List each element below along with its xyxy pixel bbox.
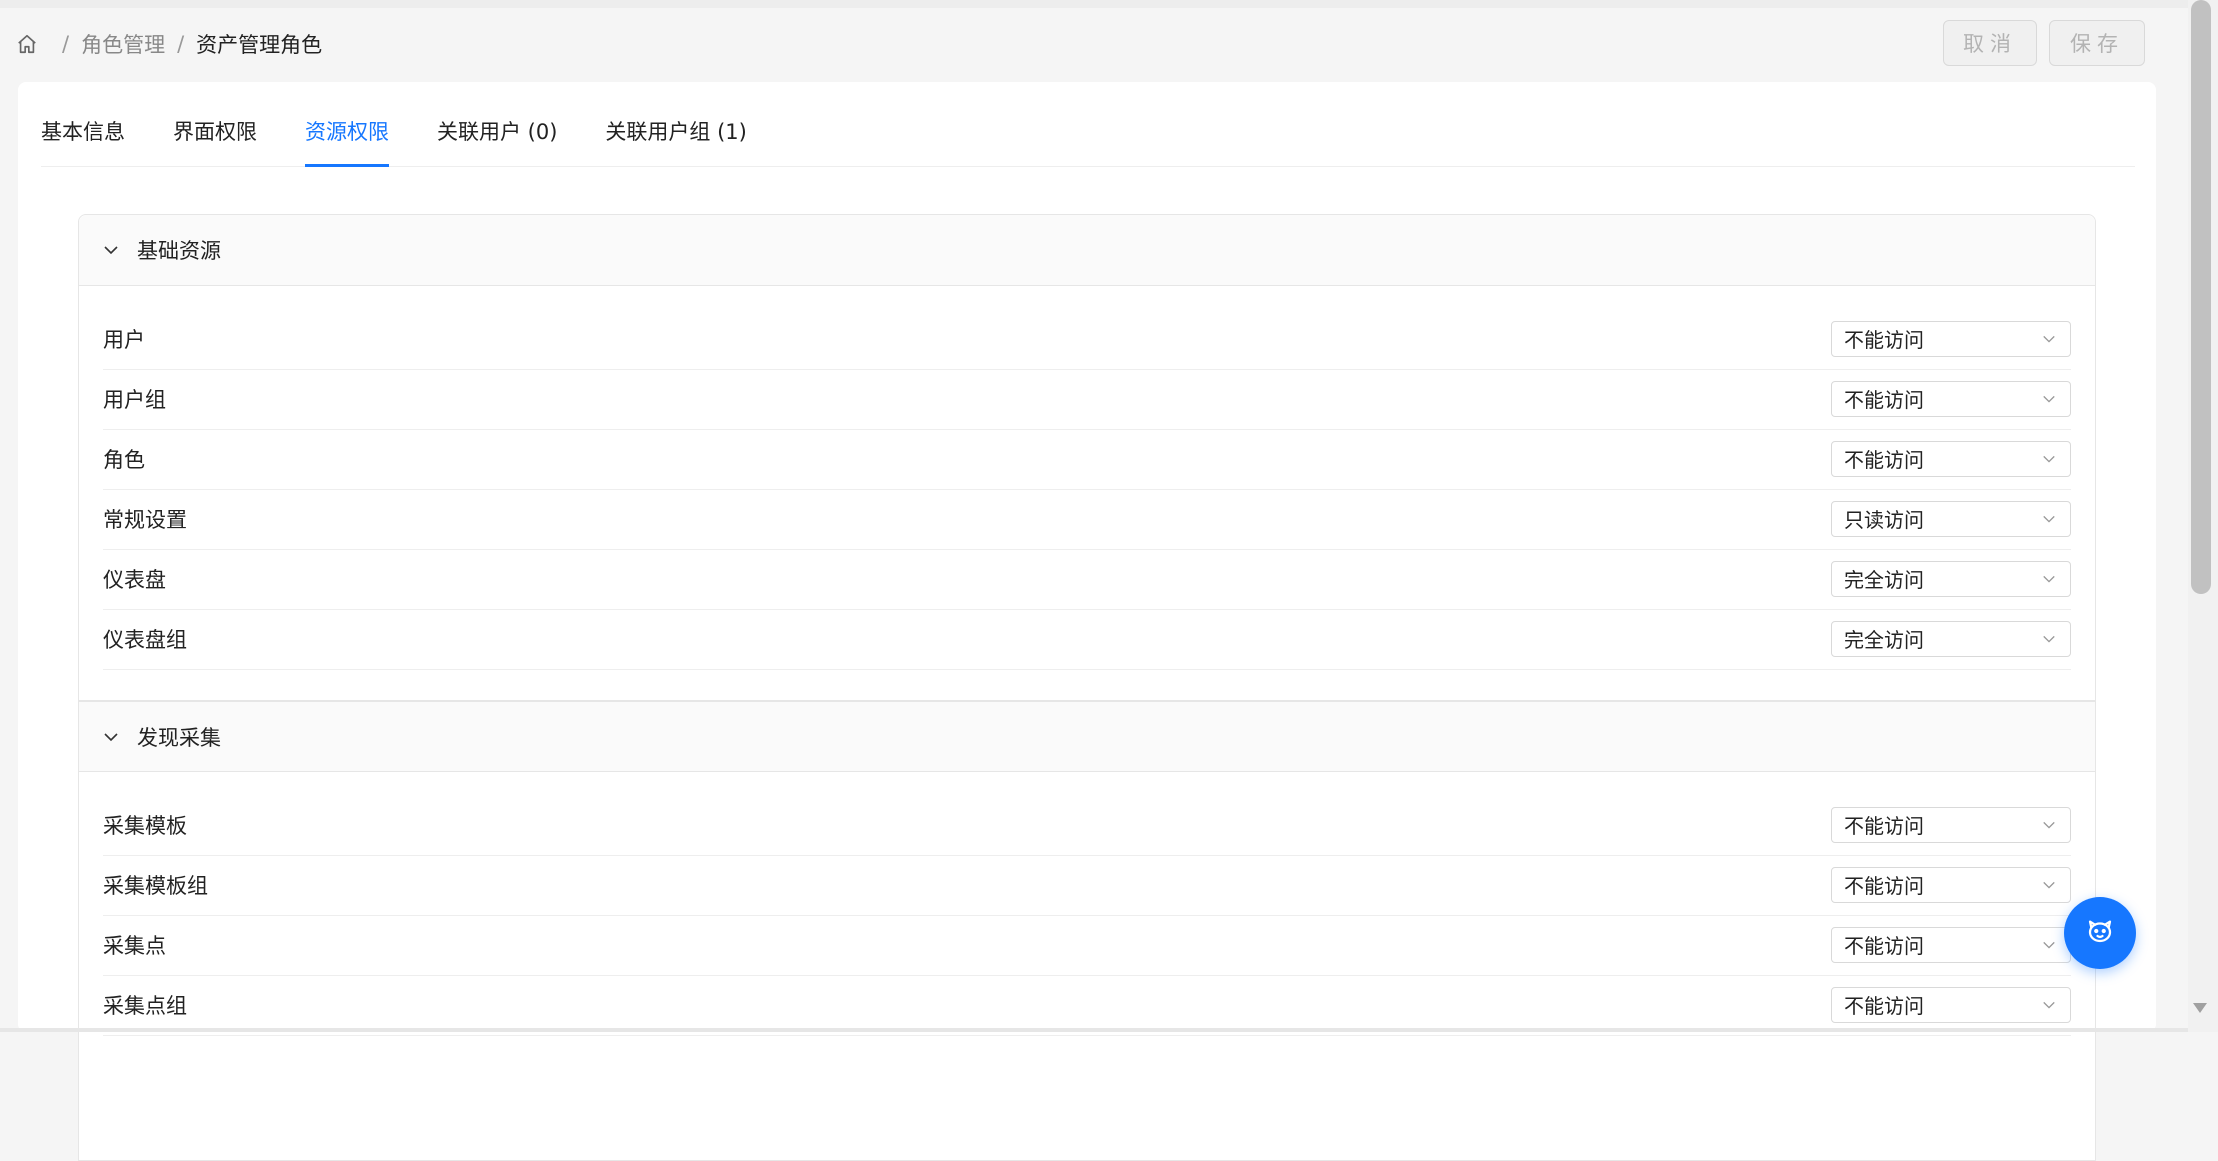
section-basic-resources: 基础资源 用户 不能访问 用户组 不能访问 角色 不能访问 常规设置 只读访问 … <box>78 214 2096 701</box>
select-value: 只读访问 <box>1844 508 1924 532</box>
permission-row: 采集模板 不能访问 <box>103 796 2071 856</box>
permission-row: 采集点组 不能访问 <box>103 976 2071 1036</box>
access-level-select[interactable]: 不能访问 <box>1831 320 2071 357</box>
scrollbar-thumb[interactable] <box>2191 0 2211 594</box>
select-value: 不能访问 <box>1844 874 1924 898</box>
access-level-select[interactable]: 只读访问 <box>1831 500 2071 537</box>
chevron-down-icon <box>2042 997 2058 1013</box>
save-button[interactable]: 保存 <box>2049 20 2145 66</box>
access-level-select[interactable]: 不能访问 <box>1831 866 2071 903</box>
cancel-button[interactable]: 取消 <box>1943 20 2037 66</box>
access-level-select[interactable]: 不能访问 <box>1831 380 2071 417</box>
section-title: 基础资源 <box>137 239 221 263</box>
breadcrumb-item-role-management[interactable]: 角色管理 <box>81 29 165 59</box>
access-level-select[interactable]: 不能访问 <box>1831 986 2071 1023</box>
scroll-down-arrow-icon[interactable] <box>2190 998 2210 1018</box>
resource-label: 采集点组 <box>103 993 187 1018</box>
breadcrumb: / 角色管理 / 资产管理角色 <box>16 24 322 64</box>
chevron-down-icon <box>103 728 121 746</box>
assistant-bot-button[interactable] <box>2064 897 2136 969</box>
select-value: 不能访问 <box>1844 994 1924 1018</box>
tab-linked-user-groups[interactable]: 关联用户组 (1) <box>605 116 746 167</box>
access-level-select[interactable]: 完全访问 <box>1831 620 2071 657</box>
select-value: 不能访问 <box>1844 448 1924 472</box>
permission-row: 常规设置 只读访问 <box>103 490 2071 550</box>
section-header[interactable]: 基础资源 <box>79 215 2095 286</box>
home-icon[interactable] <box>16 32 40 56</box>
select-value: 完全访问 <box>1844 628 1924 652</box>
select-value: 完全访问 <box>1844 568 1924 592</box>
chevron-down-icon <box>2042 817 2058 833</box>
permission-row: 角色 不能访问 <box>103 430 2071 490</box>
tab-linked-users[interactable]: 关联用户 (0) <box>437 116 557 167</box>
tab-ui-permissions[interactable]: 界面权限 <box>173 116 257 167</box>
access-level-select[interactable]: 不能访问 <box>1831 926 2071 963</box>
permission-row: 采集模板组 不能访问 <box>103 856 2071 916</box>
assistant-bot-icon <box>2085 916 2115 950</box>
access-level-select[interactable]: 完全访问 <box>1831 560 2071 597</box>
chevron-down-icon <box>2042 877 2058 893</box>
chevron-down-icon <box>2042 391 2058 407</box>
resource-label: 常规设置 <box>103 507 187 532</box>
breadcrumb-separator: / <box>177 32 185 56</box>
resource-label: 仪表盘 <box>103 567 166 592</box>
resource-label: 仪表盘组 <box>103 627 187 652</box>
bottom-divider <box>0 1028 2188 1032</box>
access-level-select[interactable]: 不能访问 <box>1831 806 2071 843</box>
tab-resource-permissions[interactable]: 资源权限 <box>305 116 389 167</box>
select-value: 不能访问 <box>1844 328 1924 352</box>
resource-label: 采集模板组 <box>103 873 208 898</box>
top-divider <box>0 0 2188 8</box>
chevron-down-icon <box>2042 937 2058 953</box>
section-header[interactable]: 发现采集 <box>79 701 2095 772</box>
permission-row: 采集点 不能访问 <box>103 916 2071 976</box>
select-value: 不能访问 <box>1844 388 1924 412</box>
resource-label: 用户组 <box>103 387 166 412</box>
chevron-down-icon <box>2042 631 2058 647</box>
resource-label: 采集模板 <box>103 813 187 838</box>
resource-label: 采集点 <box>103 933 166 958</box>
breadcrumb-separator: / <box>62 32 70 56</box>
select-value: 不能访问 <box>1844 814 1924 838</box>
select-value: 不能访问 <box>1844 934 1924 958</box>
permission-list: 用户 不能访问 用户组 不能访问 角色 不能访问 常规设置 只读访问 仪表盘 完… <box>79 286 2095 670</box>
section-discovery-collection: 发现采集 采集模板 不能访问 采集模板组 不能访问 采集点 不能访问 采集点组 … <box>78 701 2096 1161</box>
resource-label: 用户 <box>103 327 145 352</box>
role-detail-card: 基本信息 界面权限 资源权限 关联用户 (0) 关联用户组 (1) 基础资源 用… <box>18 82 2156 1161</box>
breadcrumb-current: 资产管理角色 <box>196 33 323 57</box>
tab-bar: 基本信息 界面权限 资源权限 关联用户 (0) 关联用户组 (1) <box>41 82 2135 167</box>
permission-row: 用户 不能访问 <box>103 310 2071 370</box>
chevron-down-icon <box>2042 331 2058 347</box>
chevron-down-icon <box>2042 571 2058 587</box>
chevron-down-icon <box>2042 511 2058 527</box>
permission-list: 采集模板 不能访问 采集模板组 不能访问 采集点 不能访问 采集点组 不能访问 <box>79 772 2095 1036</box>
resource-label: 角色 <box>103 447 145 472</box>
permission-row: 仪表盘组 完全访问 <box>103 610 2071 670</box>
chevron-down-icon <box>2042 451 2058 467</box>
permission-row: 仪表盘 完全访问 <box>103 550 2071 610</box>
chevron-down-icon <box>103 241 121 259</box>
section-title: 发现采集 <box>137 725 221 750</box>
access-level-select[interactable]: 不能访问 <box>1831 440 2071 477</box>
tab-basic-info[interactable]: 基本信息 <box>41 116 125 167</box>
permission-row: 用户组 不能访问 <box>103 370 2071 430</box>
